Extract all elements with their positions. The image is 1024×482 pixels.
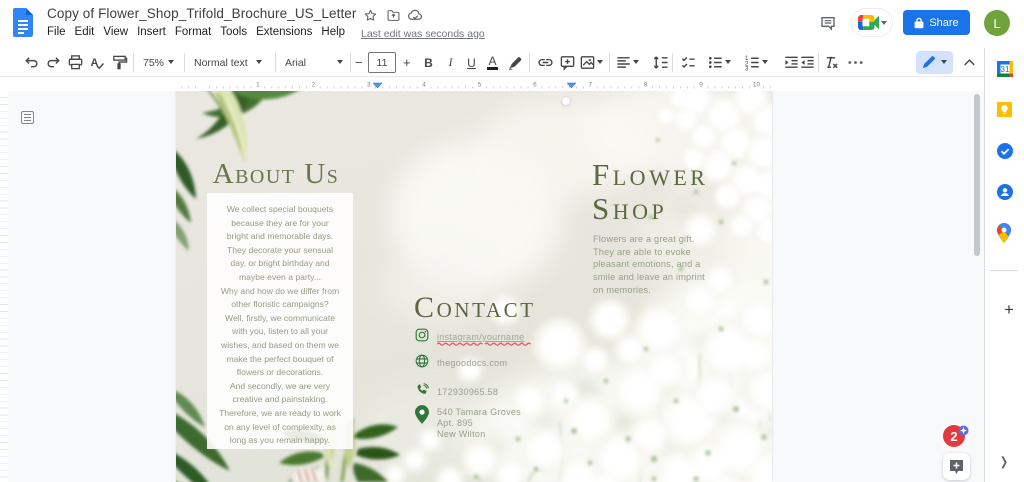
svg-text:9: 9 — [699, 82, 703, 89]
svg-text:3: 3 — [745, 66, 749, 71]
svg-text:2: 2 — [950, 429, 957, 444]
svg-text:3: 3 — [367, 82, 371, 89]
svg-text:7: 7 — [588, 82, 592, 89]
svg-text:31: 31 — [1001, 65, 1010, 74]
svg-text:1: 1 — [256, 82, 260, 89]
svg-text:2: 2 — [311, 82, 315, 89]
svg-text:4: 4 — [422, 82, 426, 89]
svg-text:8: 8 — [644, 82, 648, 89]
svg-text:10: 10 — [753, 82, 761, 89]
svg-text:6: 6 — [533, 82, 537, 89]
svg-text:5: 5 — [478, 82, 482, 89]
